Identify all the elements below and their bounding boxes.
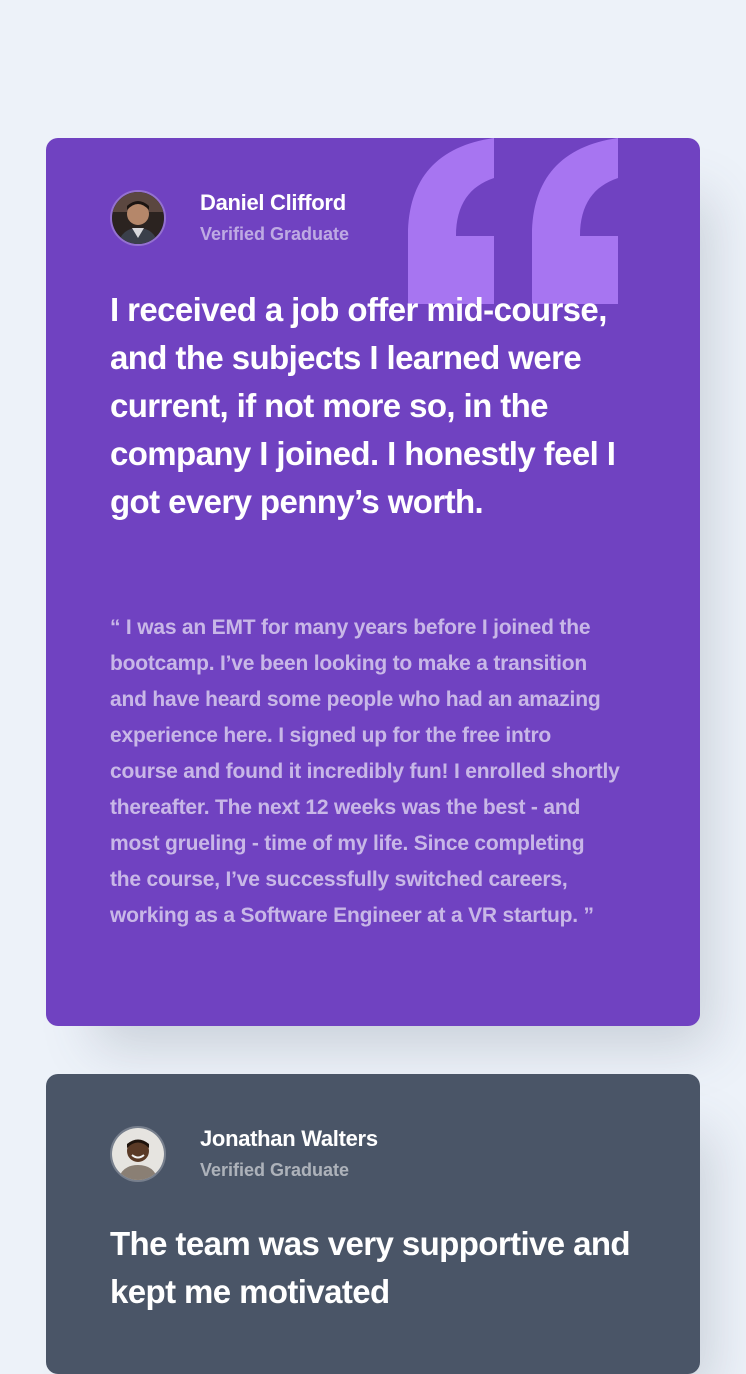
author-role: Verified Graduate [200, 1160, 350, 1180]
author-name: Daniel Clifford [200, 190, 346, 215]
testimonial-headline: The team was very supportive and kept me… [110, 1225, 631, 1310]
author-block: Jonathan Walters Verified Graduate [110, 1124, 636, 1184]
testimonial-headline: I received a job offer mid-course, and t… [110, 291, 616, 520]
author-name: Jonathan Walters [200, 1126, 378, 1151]
testimonial-card-jonathan: Jonathan Walters Verified Graduate The t… [46, 1074, 700, 1374]
avatar [110, 190, 166, 246]
testimonial-card-daniel: Daniel Clifford Verified Graduate I rece… [46, 138, 700, 1026]
author-block: Daniel Clifford Verified Graduate [110, 188, 636, 248]
person-avatar-icon [112, 1128, 164, 1180]
avatar [110, 1126, 166, 1182]
person-avatar-icon [112, 192, 164, 244]
testimonial-body: “ I was an EMT for many years before I j… [110, 616, 620, 927]
author-role: Verified Graduate [200, 224, 350, 244]
